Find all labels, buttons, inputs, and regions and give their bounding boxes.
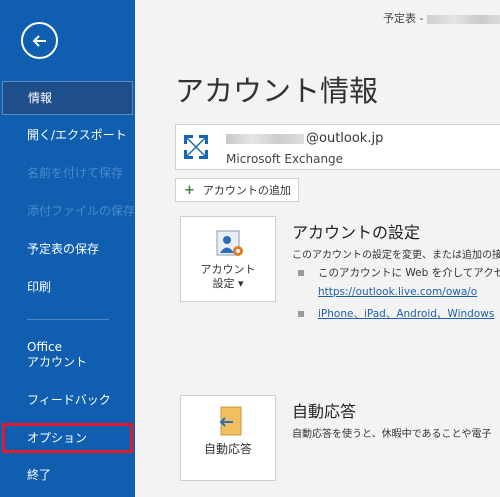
auto-reply-desc: 自動応答を使うと、休暇中であることや電子 [292,429,492,440]
account-settings-label-line1: アカウント [200,263,256,276]
nav-exit[interactable]: 終了 [0,468,135,483]
redacted-text [226,133,304,144]
owa-link[interactable]: https://outlook.live.com/owa/o [318,286,477,298]
back-button[interactable] [21,22,58,59]
backstage-sidebar: 情報 開く/エクスポート 名前を付けて保存 添付ファイルの保存 予定表の保存 印… [0,0,135,497]
account-selector[interactable]: @outlook.jp Microsoft Exchange [175,124,500,170]
account-settings-label-line2: 設定 ▾ [212,277,244,290]
mobile-setup-link[interactable]: iPhone、iPad、Android、Windows [318,306,494,321]
nav-office-account-line1: Office [27,340,63,354]
back-arrow-icon [32,34,46,47]
add-account-button[interactable]: + アカウントの追加 [175,178,299,202]
nav-save-calendar[interactable]: 予定表の保存 [0,242,135,257]
bullet-icon [298,311,304,317]
account-settings-desc: このアカウントの設定を変更、または追加の接 [292,250,500,261]
page-title: アカウント情報 [175,74,379,108]
account-settings-title: アカウントの設定 [292,223,421,242]
account-email-suffix: @outlook.jp [306,131,384,146]
nav-save-attachments: 添付ファイルの保存 [27,204,136,218]
auto-reply-title: 自動応答 [292,402,357,421]
nav-save-as: 名前を付けて保存 [27,166,124,180]
account-email: @outlook.jp [226,131,383,146]
plus-icon: + [184,182,195,198]
auto-reply-button[interactable]: 自動応答 [180,395,276,481]
nav-office-account[interactable]: Office アカウント [0,340,135,370]
bullet-icon [298,270,304,276]
redacted-text [426,14,500,24]
nav-open-export[interactable]: 開く/エクスポート [0,128,135,143]
auto-reply-icon [219,406,242,436]
auto-reply-label: 自動応答 [203,442,252,456]
window-title-prefix: 予定表 - [383,12,427,25]
sidebar-divider [27,319,109,320]
nav-print[interactable]: 印刷 [0,280,135,295]
account-settings-bullet1: このアカウントに Web を介してアクセスし [318,267,500,279]
nav-office-account-line2: アカウント [27,355,88,369]
account-settings-button[interactable]: アカウント 設定 ▾ [180,216,276,302]
nav-info[interactable]: 情報 [2,81,133,115]
add-account-label: アカウントの追加 [202,184,291,197]
account-type: Microsoft Exchange [226,152,344,166]
account-settings-icon [216,230,243,256]
exchange-icon [182,133,210,161]
window-title: 予定表 - [383,10,500,26]
nav-options[interactable]: オプション [2,423,133,453]
nav-feedback[interactable]: フィードバック [0,393,135,408]
